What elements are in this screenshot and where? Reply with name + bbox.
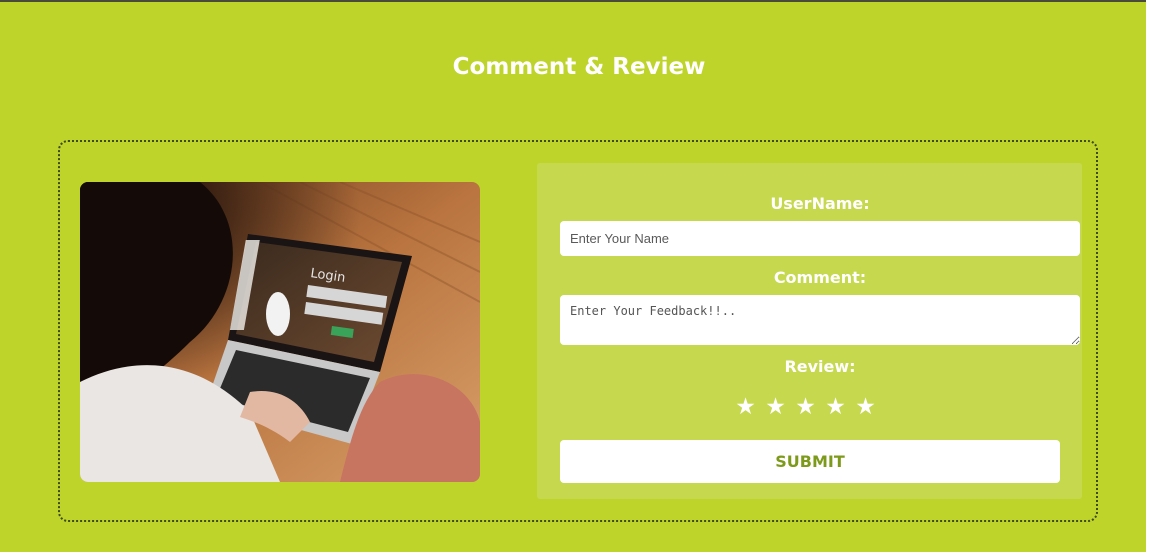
star-icon[interactable]: ★ — [855, 393, 876, 421]
star-icon[interactable]: ★ — [825, 393, 846, 421]
star-rating: ★ ★ ★ ★ ★ — [735, 393, 876, 421]
username-input[interactable] — [560, 221, 1080, 256]
star-icon[interactable]: ★ — [765, 393, 786, 421]
username-label: UserName: — [770, 194, 870, 213]
submit-button[interactable]: SUBMIT — [560, 440, 1060, 483]
laptop-login-photo: Login — [80, 182, 480, 482]
star-icon[interactable]: ★ — [795, 393, 816, 421]
review-label: Review: — [784, 357, 856, 376]
star-icon[interactable]: ★ — [735, 393, 756, 421]
comment-textarea[interactable] — [560, 295, 1080, 345]
comment-label: Comment: — [773, 268, 867, 287]
page-title: Comment & Review — [452, 54, 706, 80]
